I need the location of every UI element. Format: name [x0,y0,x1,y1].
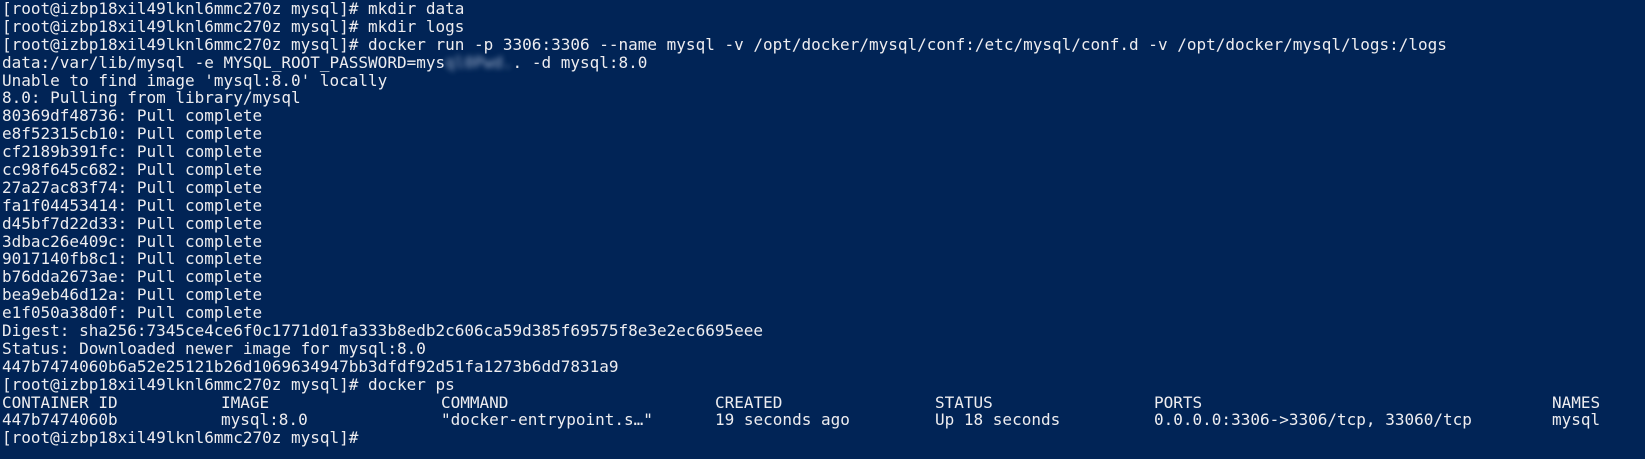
terminal-line: 80369df48736: Pull complete [2,106,263,126]
terminal-line: 9017140fb8c1: Pull complete [2,249,263,269]
redacted-password: ql0Pwd. [445,52,513,72]
terminal-line: bea9eb46d12a: Pull complete [2,285,263,305]
terminal-line: Digest: sha256:7345ce4ce6f0c1771d01fa333… [2,321,763,341]
terminal-line: 27a27ac83f74: Pull complete [2,177,263,197]
cell-ports: 0.0.0.0:3306->3306/tcp, 33060/tcp [1154,410,1472,430]
col-header-status: STATUS [935,392,993,412]
shell-prompt: [root@izbp18xil49lknl6mmc270z mysql]# [2,428,369,448]
terminal-line: cf2189b391fc: Pull complete [2,142,263,162]
terminal-line: 3dbac26e409c: Pull complete [2,231,263,251]
command-continuation-text: data:/var/lib/mysql -e MYSQL_ROOT_PASSWO… [2,52,446,72]
terminal-prompt-line[interactable]: [root@izbp18xil49lknl6mmc270z mysql]# [2,429,1645,447]
terminal-line: [root@izbp18xil49lknl6mmc270z mysql]# do… [2,374,455,394]
terminal-output-middle: Unable to find image 'mysql:8.0' locally… [2,70,1645,394]
terminal-line-command-continuation: data:/var/lib/mysql -e MYSQL_ROOT_PASSWO… [2,52,1645,72]
terminal-line: Unable to find image 'mysql:8.0' locally [2,70,388,90]
col-header-container-id: CONTAINER ID [2,392,118,412]
col-header-image: IMAGE [221,392,270,412]
terminal-line: d45bf7d22d33: Pull complete [2,213,263,233]
terminal-line: Status: Downloaded newer image for mysql… [2,338,426,358]
docker-ps-row: 447b7474060b mysql:8.0 "docker-entrypoin… [2,411,1645,429]
col-header-ports: PORTS [1154,392,1203,412]
terminal-line: [root@izbp18xil49lknl6mmc270z mysql]# mk… [2,0,465,18]
cell-names: mysql [1552,410,1601,430]
docker-ps-header-row: CONTAINER ID IMAGE COMMAND CREATED STATU… [2,392,1645,412]
cell-container-id: 447b7474060b [2,410,118,430]
terminal-line: [root@izbp18xil49lknl6mmc270z mysql]# mk… [2,16,465,36]
terminal-line: b76dda2673ae: Pull complete [2,267,263,287]
cell-image: mysql:8.0 [221,410,308,430]
command-continuation-suffix: . -d mysql:8.0 [512,52,648,72]
cell-status: Up 18 seconds [935,410,1061,430]
terminal-line: e1f050a38d0f: Pull complete [2,303,263,323]
terminal-output-top: [root@izbp18xil49lknl6mmc270z mysql]# mk… [2,0,1645,54]
terminal-line: cc98f645c682: Pull complete [2,160,263,180]
terminal-line: [root@izbp18xil49lknl6mmc270z mysql]# do… [2,34,1447,54]
terminal-line: 8.0: Pulling from library/mysql [2,88,301,108]
terminal-line: e8f52315cb10: Pull complete [2,124,263,144]
terminal-window[interactable]: [root@izbp18xil49lknl6mmc270z mysql]# mk… [0,0,1645,459]
cell-created: 19 seconds ago [715,410,850,430]
cell-command: "docker-entrypoint.s…" [441,410,653,430]
terminal-line: 447b7474060b6a52e25121b26d1069634947bb3d… [2,356,619,376]
col-header-names: NAMES [1552,392,1601,412]
terminal-line: fa1f04453414: Pull complete [2,195,263,215]
col-header-created: CREATED [715,392,783,412]
col-header-command: COMMAND [441,392,509,412]
